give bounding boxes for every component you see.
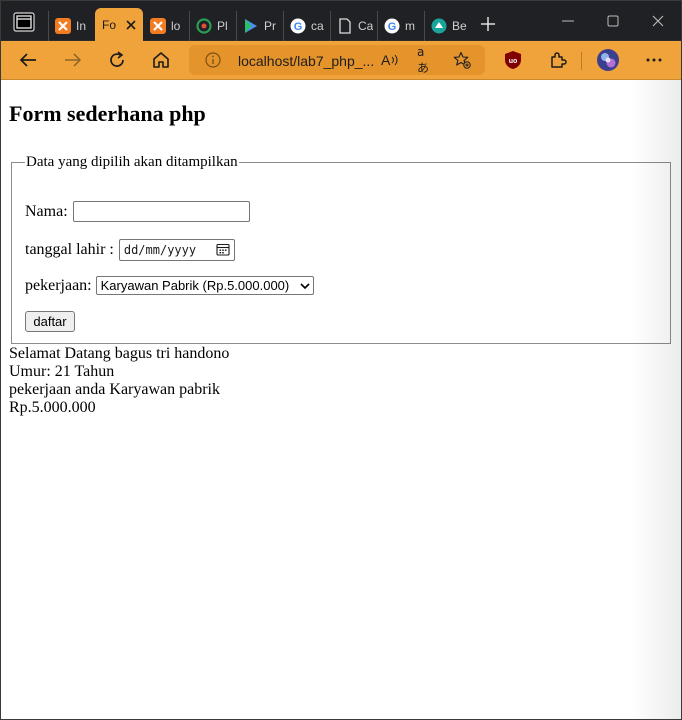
tanggal-label: tanggal lahir : [25,241,114,258]
toolbar-divider [581,52,582,70]
refresh-icon[interactable] [106,49,128,71]
tab-4[interactable]: Pl [189,11,235,41]
translate-icon[interactable]: aあ [417,45,435,75]
page-content: Form sederhana php Data yang dipilih aka… [0,80,682,720]
xampp-icon [55,18,71,34]
fieldset-legend: Data yang dipilih akan ditampilkan [26,154,238,170]
tab-label: Pr [264,19,276,33]
tab-bar: In Fo lo Pl Pr G ca Ca G m Be [0,0,682,41]
maximize-icon[interactable] [604,12,622,30]
tab-label: m [405,19,415,33]
tab-8[interactable]: G m [377,11,423,41]
info-icon[interactable] [205,52,221,68]
nama-label: Nama: [25,202,68,220]
new-tab-icon[interactable] [478,14,498,34]
pekerjaan-select[interactable]: Karyawan Pabrik (Rp.5.000.000) [95,276,314,295]
page-edge-shadow [632,80,682,720]
tab-3[interactable]: lo [144,11,188,41]
google-icon: G [384,18,400,34]
page-title: Form sederhana php [9,101,206,126]
submit-row: daftar [25,311,75,332]
tab-label: lo [171,19,181,33]
play-icon [243,18,259,34]
tab-1[interactable]: In [48,11,94,41]
nama-input[interactable] [72,201,250,222]
pekerjaan-label: pekerjaan: [25,276,92,294]
more-options-icon[interactable] [643,49,665,71]
tab-label: Fo [102,17,117,32]
daftar-button[interactable]: daftar [25,311,75,332]
svg-text:G: G [388,21,397,33]
read-aloud-icon[interactable]: A [381,51,399,69]
xampp-icon [150,18,166,34]
svg-text:uo: uo [509,58,518,65]
output-line-age: Umur: 21 Tahun [9,363,115,380]
pekerjaan-row: pekerjaan: Karyawan Pabrik (Rp.5.000.000… [25,276,314,295]
output-line-salary: Rp.5.000.000 [9,399,96,416]
close-window-icon[interactable] [649,12,667,30]
close-tab-icon[interactable] [124,18,138,32]
nama-row: Nama: [25,201,250,222]
tab-label: Ca [358,19,374,33]
url-text[interactable]: localhost/lab7_php_... [238,53,374,69]
address-toolbar: localhost/lab7_php_... A aあ uo [0,41,682,80]
minimize-icon[interactable] [559,12,577,30]
tanggal-lahir-input[interactable]: dd/mm/yyyy [118,239,235,261]
forward-arrow-icon[interactable] [62,49,84,71]
tab-2-active[interactable]: Fo [95,8,143,41]
ublock-extension-icon[interactable]: uo [502,49,524,71]
pluto-icon [196,18,212,34]
tab-9[interactable]: Be [424,11,470,41]
date-placeholder: dd/mm/yyyy [123,243,197,257]
tab-6[interactable]: G ca [283,11,329,41]
google-icon: G [290,18,306,34]
address-bar[interactable]: localhost/lab7_php_... A aあ [189,45,485,75]
tab-actions-icon[interactable] [10,10,38,34]
tab-label: In [76,19,87,33]
pekerjaan-selected-value: Karyawan Pabrik (Rp.5.000.000) [100,278,290,293]
chevron-down-icon [300,278,310,293]
tab-5[interactable]: Pr [236,11,282,41]
profile-avatar[interactable] [596,48,620,72]
back-arrow-icon[interactable] [17,49,39,71]
tab-7[interactable]: Ca [330,11,376,41]
home-icon[interactable] [150,49,172,71]
tab-label: Be [452,19,467,33]
document-icon [337,18,353,34]
favorite-star-icon[interactable] [453,51,471,69]
brainly-icon [431,18,447,34]
output-line-greeting: Selamat Datang bagus tri handono [9,345,230,362]
read-aloud-label: A [381,52,391,68]
tab-label: ca [311,19,324,33]
form-fieldset: Data yang dipilih akan ditampilkan Nama:… [11,154,671,344]
svg-text:G: G [294,21,303,33]
output-line-job: pekerjaan anda Karyawan pabrik [9,381,220,398]
calendar-icon[interactable] [216,242,230,259]
extensions-puzzle-icon[interactable] [547,49,569,71]
tanggal-row: tanggal lahir : dd/mm/yyyy [25,239,235,261]
tab-label: Pl [217,19,228,33]
